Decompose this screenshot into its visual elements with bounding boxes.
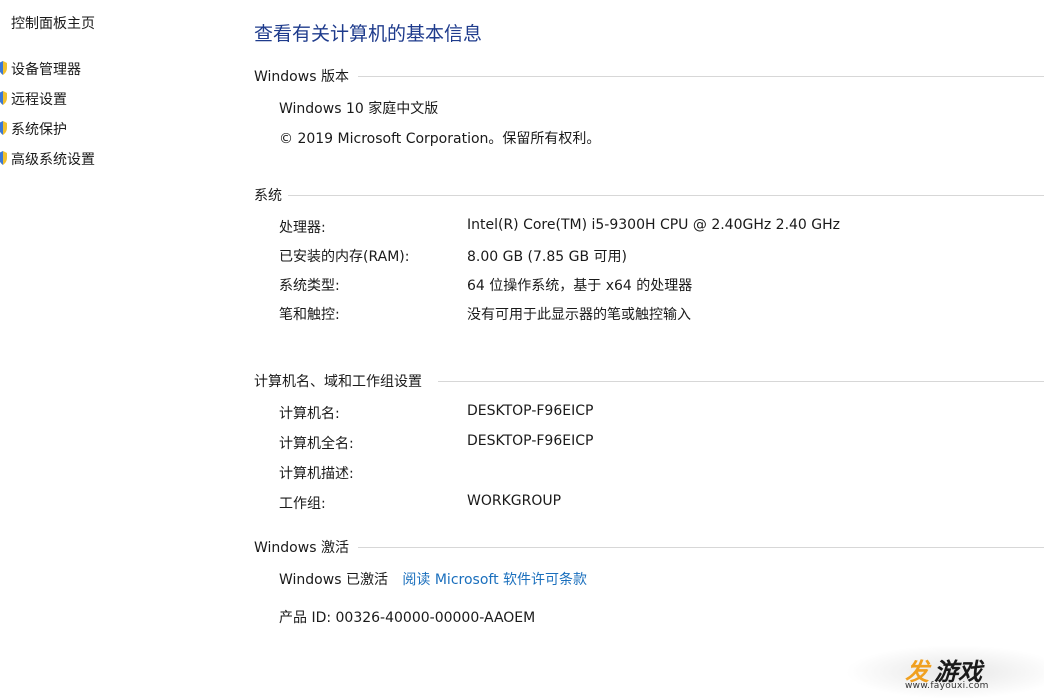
sidebar-item-label: 远程设置 xyxy=(11,92,67,108)
section-title: Windows 版本 xyxy=(254,66,353,86)
shield-icon xyxy=(0,151,7,165)
computer-description-label: 计算机描述: xyxy=(279,466,354,482)
license-terms-link[interactable]: 阅读 Microsoft 软件许可条款 xyxy=(402,572,587,588)
divider xyxy=(358,76,1044,77)
system-type-value: 64 位操作系统，基于 x64 的处理器 xyxy=(467,278,693,294)
full-computer-name-value: DESKTOP-F96EICP xyxy=(467,433,594,449)
sidebar-item-remote-settings[interactable]: 远程设置 xyxy=(0,89,67,109)
pen-touch-label: 笔和触控: xyxy=(279,307,340,323)
section-header-edition: Windows 版本 xyxy=(254,66,1044,86)
section-title: 计算机名、域和工作组设置 xyxy=(254,371,426,391)
sidebar-item-label: 高级系统设置 xyxy=(11,152,95,168)
system-type-label: 系统类型: xyxy=(279,278,340,294)
computer-name-label: 计算机名: xyxy=(279,406,340,422)
ram-label: 已安装的内存(RAM): xyxy=(279,249,410,265)
sidebar-item-label: 设备管理器 xyxy=(11,62,81,78)
section-header-activation: Windows 激活 xyxy=(254,537,1044,557)
shield-icon xyxy=(0,91,7,105)
sidebar-item-label: 系统保护 xyxy=(11,122,67,138)
control-panel-home-link[interactable]: 控制面板主页 xyxy=(11,13,95,33)
pen-touch-value: 没有可用于此显示器的笔或触控输入 xyxy=(467,307,691,323)
workgroup-value: WORKGROUP xyxy=(467,493,562,509)
activation-row: Windows 已激活 阅读 Microsoft 软件许可条款 xyxy=(279,569,587,589)
watermark-url: www.fayouxi.com xyxy=(905,681,989,691)
section-header-system: 系统 xyxy=(254,185,1044,205)
section-title: 系统 xyxy=(254,185,286,205)
site-watermark: 发 游戏 www.fayouxi.com xyxy=(845,645,1044,699)
full-computer-name-label: 计算机全名: xyxy=(279,436,354,452)
divider xyxy=(288,195,1044,196)
sidebar-item-system-protection[interactable]: 系统保护 xyxy=(0,119,67,139)
workgroup-label: 工作组: xyxy=(279,496,326,512)
activation-status: Windows 已激活 xyxy=(279,572,388,588)
ram-value: 8.00 GB (7.85 GB 可用) xyxy=(467,249,627,265)
section-header-computer-name: 计算机名、域和工作组设置 xyxy=(254,371,1044,391)
sidebar-item-device-manager[interactable]: 设备管理器 xyxy=(0,59,81,79)
section-title: Windows 激活 xyxy=(254,537,353,557)
sidebar: 控制面板主页 设备管理器 远程设置 系统保护 高级系统设置 xyxy=(0,0,230,699)
shield-icon xyxy=(0,61,7,75)
page-title: 查看有关计算机的基本信息 xyxy=(254,23,483,45)
sidebar-item-advanced-settings[interactable]: 高级系统设置 xyxy=(0,149,95,169)
shield-icon xyxy=(0,121,7,135)
processor-value: Intel(R) Core(TM) i5-9300H CPU @ 2.40GHz… xyxy=(467,217,841,233)
divider xyxy=(438,381,1044,382)
divider xyxy=(358,547,1044,548)
computer-name-value: DESKTOP-F96EICP xyxy=(467,403,594,419)
product-id: 产品 ID: 00326-40000-00000-AAOEM xyxy=(279,610,536,626)
processor-label: 处理器: xyxy=(279,220,326,236)
windows-edition: Windows 10 家庭中文版 xyxy=(279,101,439,117)
copyright-text: © 2019 Microsoft Corporation。保留所有权利。 xyxy=(279,131,601,147)
